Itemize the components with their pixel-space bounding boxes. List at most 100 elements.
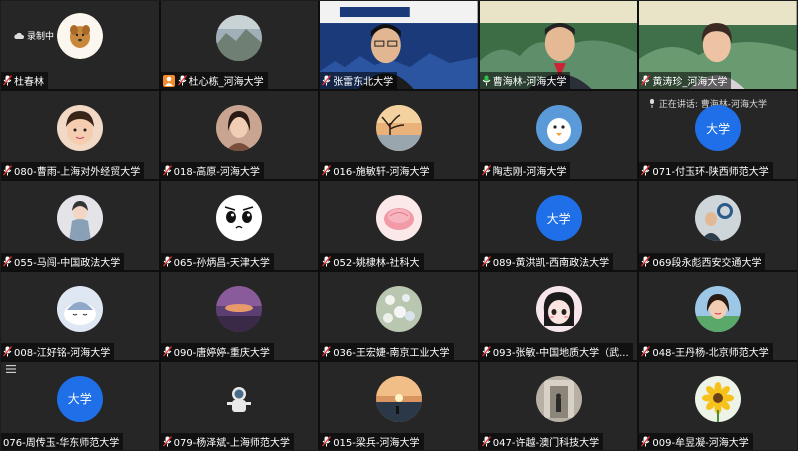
avatar bbox=[56, 105, 103, 152]
participant-name: 036-王宏婕-南京工业大学 bbox=[333, 347, 450, 359]
avatar bbox=[56, 13, 103, 60]
participant-name: 093-张敏-中国地质大学（武... bbox=[492, 347, 629, 359]
participant-nameplate: 张雷东北大学 bbox=[320, 72, 398, 90]
mic-muted-icon bbox=[322, 75, 332, 86]
participant-tile[interactable]: 048-王丹杨-北京师范大学 bbox=[639, 271, 797, 360]
participant-name: 018-高原-河海大学 bbox=[173, 167, 260, 179]
participant-nameplate: 069段永彪西安交通大学 bbox=[639, 252, 766, 270]
participant-nameplate: 093-张敏-中国地质大学（武... bbox=[479, 342, 633, 360]
mic-muted-icon bbox=[641, 255, 651, 267]
participant-nameplate: 076-周传玉-华东师范大学 bbox=[1, 432, 124, 450]
menu-icon[interactable] bbox=[6, 364, 16, 373]
participant-tile[interactable]: 018-高原-河海大学 bbox=[160, 91, 319, 180]
participant-tile[interactable]: 大学 076-周传玉-华东师范大学 bbox=[1, 361, 159, 450]
mic-muted-icon bbox=[162, 345, 172, 357]
participant-name: 047-许越-澳门科技大学 bbox=[492, 437, 600, 449]
avatar-text: 大学 bbox=[67, 392, 92, 407]
participant-nameplate: 048-王丹杨-北京师范大学 bbox=[639, 342, 773, 360]
avatar bbox=[56, 195, 103, 242]
participant-nameplate: 016-施敏轩-河海大学 bbox=[320, 162, 434, 180]
avatar bbox=[535, 105, 582, 152]
participant-name: 076-周传玉-华东师范大学 bbox=[3, 437, 120, 449]
participant-tile[interactable]: 093-张敏-中国地质大学（武... bbox=[479, 271, 638, 360]
avatar bbox=[535, 375, 582, 422]
avatar bbox=[695, 285, 742, 332]
participant-tile[interactable]: 079-杨泽斌-上海师范大学 bbox=[160, 361, 319, 450]
participant-name: 079-杨泽斌-上海师范大学 bbox=[173, 437, 290, 449]
avatar bbox=[375, 285, 422, 332]
participant-nameplate: 080-曹雨-上海对外经贸大学 bbox=[1, 162, 145, 180]
participant-tile[interactable]: 015-梁兵-河海大学 bbox=[320, 361, 478, 450]
participant-name: 黄涛珍_河海大学 bbox=[652, 77, 728, 89]
speaker-mic-icon bbox=[649, 99, 654, 109]
participant-tile[interactable]: 047-许越-澳门科技大学 bbox=[479, 361, 638, 450]
recording-label: 录制中 bbox=[27, 32, 55, 42]
participant-nameplate: 009-牟昱凝-河海大学 bbox=[639, 432, 753, 450]
avatar bbox=[216, 105, 263, 152]
cloud-icon bbox=[14, 32, 24, 39]
mic-muted-icon bbox=[162, 436, 172, 447]
avatar: 大学 bbox=[535, 195, 582, 242]
participant-tile[interactable]: 080-曹雨-上海对外经贸大学 bbox=[1, 91, 159, 180]
avatar bbox=[375, 375, 422, 422]
participant-nameplate: 071-付玉环-陕西师范大学 bbox=[639, 162, 773, 180]
participant-tile[interactable]: 008-江好铭-河海大学 bbox=[1, 271, 159, 360]
participant-name: 016-施敏轩-河海大学 bbox=[333, 167, 430, 179]
mic-active-icon bbox=[482, 75, 491, 86]
participant-nameplate: 090-唐婷婷-重庆大学 bbox=[160, 342, 274, 360]
avatar: 大学 bbox=[56, 375, 103, 422]
avatar bbox=[216, 195, 263, 242]
participant-tile[interactable]: 016-施敏轩-河海大学 bbox=[320, 91, 478, 180]
mic-muted-icon bbox=[162, 165, 172, 176]
participant-nameplate: 089-黄洪凯-西南政法大学 bbox=[479, 252, 614, 270]
mic-muted-icon bbox=[641, 436, 651, 447]
participant-name: 071-付玉环-陕西师范大学 bbox=[652, 167, 769, 179]
mic-muted-icon bbox=[322, 345, 332, 357]
participant-nameplate: 047-许越-澳门科技大学 bbox=[479, 432, 604, 450]
participant-tile[interactable]: 黄涛珍_河海大学 bbox=[639, 1, 797, 90]
participant-tile[interactable]: 陶志刚-河海大学 bbox=[479, 91, 638, 180]
participant-tile[interactable]: 大学 089-黄洪凯-西南政法大学 bbox=[479, 181, 638, 270]
participant-tile[interactable]: 052-姚棣林-社科大 bbox=[320, 181, 478, 270]
mic-muted-icon bbox=[3, 255, 12, 267]
recording-indicator: 录制中 bbox=[13, 29, 54, 42]
participant-tile[interactable]: 杜心栋_河海大学 bbox=[160, 1, 319, 90]
participant-name: 080-曹雨-上海对外经贸大学 bbox=[14, 167, 141, 179]
avatar bbox=[695, 195, 742, 242]
participant-name: 009-牟昱凝-河海大学 bbox=[652, 437, 749, 449]
participant-name: 089-黄洪凯-西南政法大学 bbox=[492, 257, 610, 269]
participant-name: 张雷东北大学 bbox=[333, 77, 394, 89]
participant-nameplate: 036-王宏婕-南京工业大学 bbox=[320, 342, 454, 360]
participant-nameplate: 055-马闯-中国政法大学 bbox=[1, 252, 125, 270]
participant-name: 090-唐婷婷-重庆大学 bbox=[173, 347, 270, 359]
participant-tile[interactable]: 036-王宏婕-南京工业大学 bbox=[320, 271, 478, 360]
participant-tile[interactable]: 曹海林-河海大学 bbox=[479, 1, 638, 90]
participant-tile[interactable]: 065-孙炳昌-天津大学 bbox=[160, 181, 319, 270]
participant-nameplate: 杜心栋_河海大学 bbox=[160, 72, 268, 90]
participant-tile[interactable]: 069段永彪西安交通大学 bbox=[639, 181, 797, 270]
participant-nameplate: 052-姚棣林-社科大 bbox=[320, 252, 424, 270]
participant-tile[interactable]: 正在讲话: 曹海林-河海大学 大学 071-付玉环-陕西师范大学 bbox=[639, 91, 797, 180]
participant-nameplate: 陶志刚-河海大学 bbox=[479, 162, 571, 180]
participant-name: 055-马闯-中国政法大学 bbox=[14, 257, 121, 269]
avatar bbox=[375, 195, 422, 242]
participant-name: 069段永彪西安交通大学 bbox=[652, 257, 762, 269]
participant-name: 杜春林 bbox=[14, 77, 44, 89]
participant-name: 052-姚棣林-社科大 bbox=[333, 257, 420, 269]
mic-muted-icon bbox=[481, 255, 491, 267]
participant-name: 048-王丹杨-北京师范大学 bbox=[652, 347, 769, 359]
mic-muted-icon bbox=[641, 75, 651, 86]
participant-name: 065-孙炳昌-天津大学 bbox=[173, 257, 270, 269]
participant-tile[interactable]: 张雷东北大学 bbox=[320, 1, 478, 90]
participant-nameplate: 曹海林-河海大学 bbox=[479, 72, 571, 90]
participant-tile[interactable]: 009-牟昱凝-河海大学 bbox=[639, 361, 797, 450]
avatar-text: 大学 bbox=[706, 121, 731, 136]
avatar bbox=[375, 105, 422, 152]
video-gallery-grid: 录制中 杜春林 杜心栋_河海大学 张雷东北大学 曹海林-河海大学 黄涛珍_河海大… bbox=[1, 1, 797, 450]
participant-tile[interactable]: 090-唐婷婷-重庆大学 bbox=[160, 271, 319, 360]
participant-tile[interactable]: 055-马闯-中国政法大学 bbox=[1, 181, 159, 270]
participant-name: 008-江好铭-河海大学 bbox=[14, 347, 111, 359]
mic-muted-icon bbox=[481, 345, 491, 357]
participant-tile[interactable]: 录制中 杜春林 bbox=[1, 1, 159, 90]
mic-muted-icon bbox=[641, 165, 651, 176]
